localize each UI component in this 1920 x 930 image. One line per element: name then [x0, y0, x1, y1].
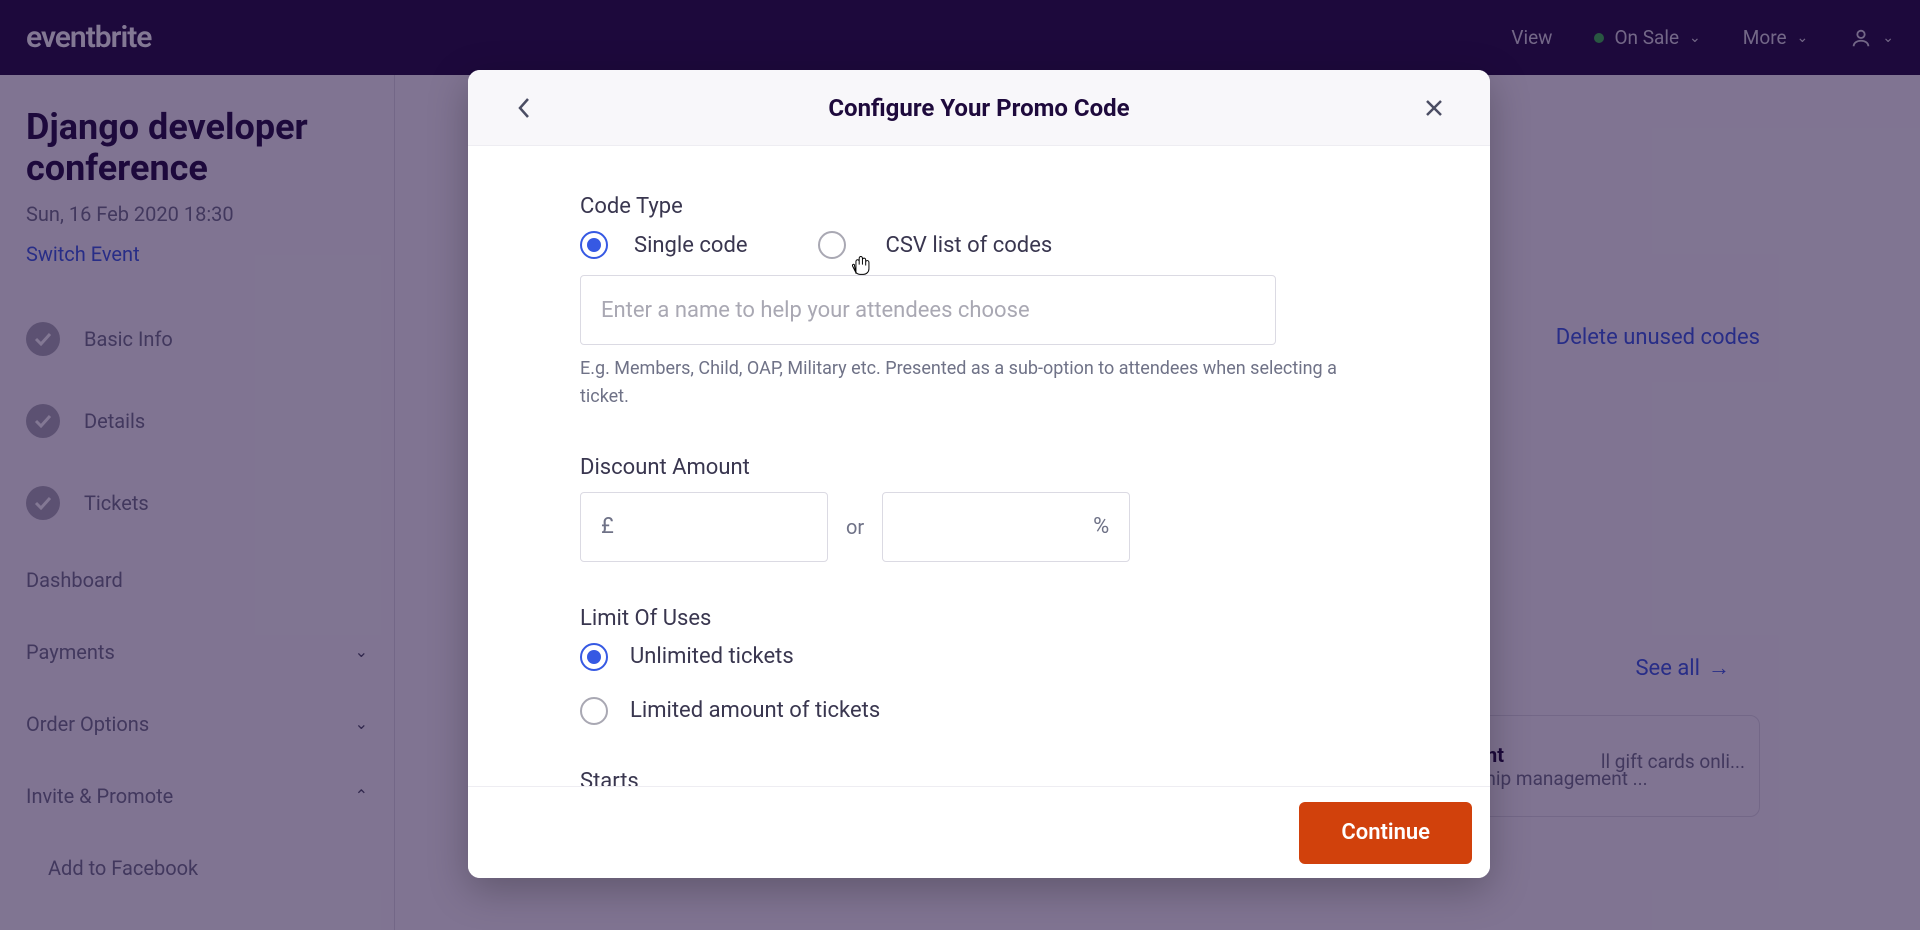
or-label: or: [846, 515, 864, 539]
radio-label: Limited amount of tickets: [630, 698, 880, 723]
radio-limited[interactable]: Limited amount of tickets: [580, 697, 1378, 725]
close-button[interactable]: [1420, 94, 1448, 122]
radio-label: CSV list of codes: [886, 233, 1053, 258]
code-type-label: Code Type: [580, 194, 1378, 219]
radio-csv-codes[interactable]: CSV list of codes: [818, 231, 1053, 259]
section-starts: Starts Now ⌄: [580, 769, 1378, 786]
modal-header: Configure Your Promo Code: [468, 70, 1490, 146]
radio-label: Single code: [634, 233, 748, 258]
back-button[interactable]: [510, 94, 538, 122]
discount-currency-input[interactable]: £: [580, 492, 828, 562]
discount-row: £ or %: [580, 492, 1378, 562]
radio-icon: [818, 231, 846, 259]
currency-symbol: £: [601, 514, 614, 539]
radio-single-code[interactable]: Single code: [580, 231, 748, 259]
starts-label: Starts: [580, 769, 1378, 786]
code-name-input[interactable]: [580, 275, 1276, 345]
radio-icon: [580, 697, 608, 725]
close-icon: [1424, 98, 1444, 118]
radio-icon: [580, 643, 608, 671]
radio-unlimited[interactable]: Unlimited tickets: [580, 643, 1378, 671]
promo-code-modal: Configure Your Promo Code Code Type Sing…: [468, 70, 1490, 878]
discount-percent-input[interactable]: %: [882, 492, 1130, 562]
continue-button[interactable]: Continue: [1299, 802, 1472, 864]
modal-footer: Continue: [468, 786, 1490, 878]
chevron-left-icon: [517, 97, 531, 119]
code-name-help: E.g. Members, Child, OAP, Military etc. …: [580, 355, 1340, 411]
modal-body: Code Type Single code CSV list of codes …: [468, 146, 1490, 786]
discount-label: Discount Amount: [580, 455, 1378, 480]
limit-label: Limit Of Uses: [580, 606, 1378, 631]
percent-symbol: %: [1093, 514, 1109, 539]
section-code-type: Code Type Single code CSV list of codes …: [580, 194, 1378, 411]
section-discount: Discount Amount £ or %: [580, 455, 1378, 562]
section-limit: Limit Of Uses Unlimited tickets Limited …: [580, 606, 1378, 725]
code-type-radios: Single code CSV list of codes: [580, 231, 1378, 259]
radio-icon: [580, 231, 608, 259]
modal-title: Configure Your Promo Code: [538, 94, 1420, 122]
radio-label: Unlimited tickets: [630, 644, 794, 669]
